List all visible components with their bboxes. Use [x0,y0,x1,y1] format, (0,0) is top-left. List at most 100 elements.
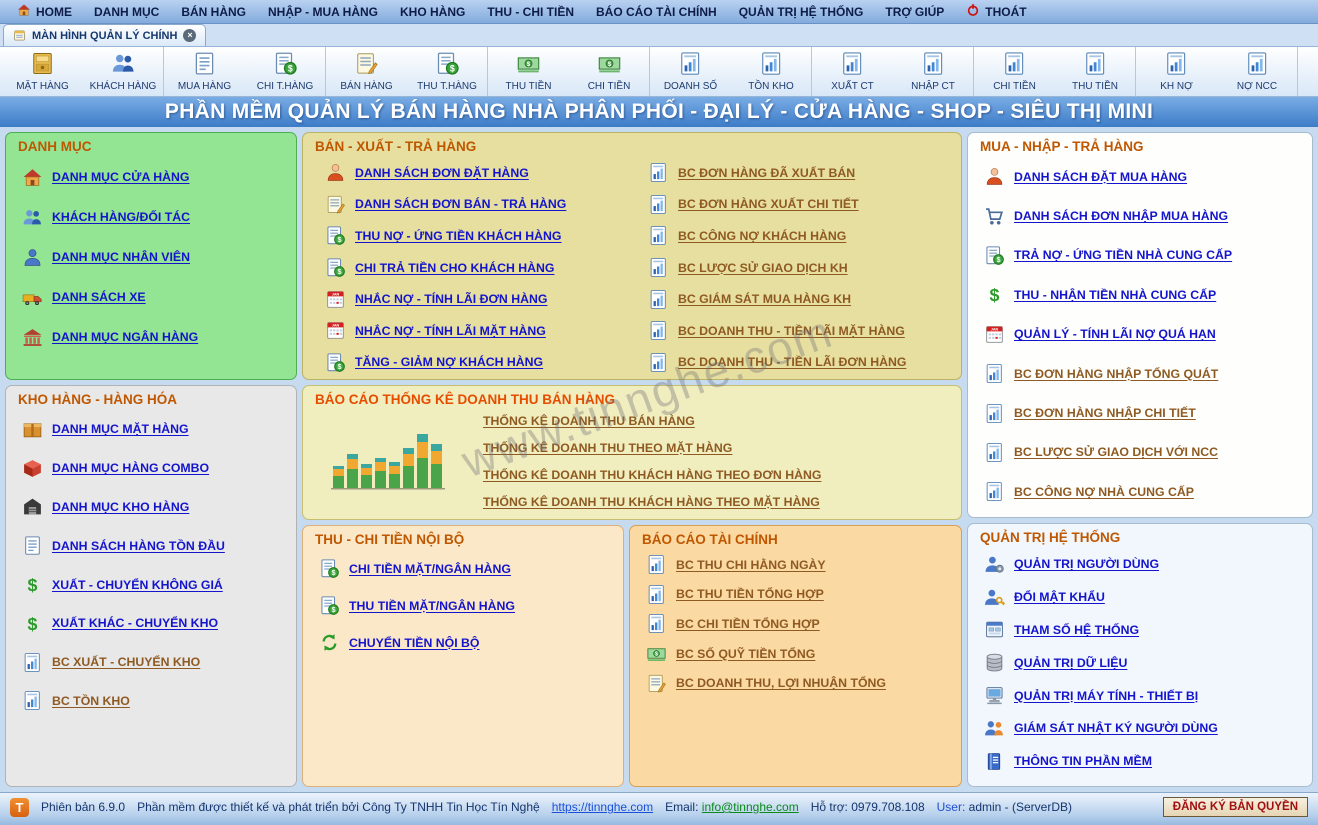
toolbar-button[interactable]: THU TIỀN [488,47,569,96]
link-item: BC DOANH THU - TIỀN LÃI ĐƠN HÀNG [632,347,961,379]
link-label[interactable]: DANH SÁCH ĐƠN NHẬP MUA HÀNG [1014,209,1228,223]
link-label[interactable]: CHI TIỀN MẶT/NGÂN HÀNG [349,562,511,576]
toolbar-button[interactable]: BÁN HÀNG [326,47,407,96]
link-label[interactable]: DANH MỤC KHO HÀNG [52,500,189,514]
menubar-item[interactable]: HOME [6,0,83,23]
link-label[interactable]: BC DOANH THU - TIỀN LÃI MẶT HÀNG [678,324,905,338]
link-label[interactable]: DANH SÁCH XE [52,290,146,304]
license-button[interactable]: ĐĂNG KÝ BẢN QUYỀN [1163,797,1308,817]
link-label[interactable]: DANH SÁCH ĐƠN ĐẶT HÀNG [355,166,529,180]
link-label[interactable]: QUẢN LÝ - TÍNH LÃI NỢ QUÁ HẠN [1014,327,1216,341]
link-label[interactable]: CHUYỂN TIỀN NỘI BỘ [349,636,480,650]
link-label[interactable]: THỐNG KÊ DOANH THU BÁN HÀNG [483,414,695,428]
toolbar-button[interactable]: NỢ NCC [1217,47,1298,96]
link-label[interactable]: BC DOANH THU, LỢI NHUẬN TỔNG [676,676,886,690]
report-icon [20,690,44,711]
toolbar-button[interactable]: KHÁCH HÀNG [83,47,164,96]
link-label[interactable]: XUẤT - CHUYỂN KHÔNG GIÁ [52,578,223,592]
menubar-item[interactable]: BÁN HÀNG [170,0,257,23]
menubar-item[interactable]: KHO HÀNG [389,0,476,23]
menubar-item[interactable]: THU - CHI TIỀN [476,0,585,23]
toolbar-button[interactable]: MUA HÀNG [164,47,245,96]
link-label[interactable]: QUẢN TRỊ MÁY TÍNH - THIẾT BỊ [1014,689,1198,703]
menubar-item[interactable]: BÁO CÁO TÀI CHÍNH [585,0,728,23]
menubar-item[interactable]: NHẬP - MUA HÀNG [257,0,389,23]
toolbar-button[interactable]: CHI TIỀN [974,47,1055,96]
link-label[interactable]: DANH MỤC NGÂN HÀNG [52,330,198,344]
calendar-icon [323,320,347,341]
link-label[interactable]: QUẢN TRỊ NGƯỜI DÙNG [1014,557,1159,571]
menubar-item[interactable]: THOÁT [955,0,1037,23]
toolbar-button[interactable]: THU T.HÀNG [407,47,488,96]
link-label[interactable]: BC ĐƠN HÀNG ĐÃ XUẤT BÁN [678,166,855,180]
link-label[interactable]: DANH SÁCH ĐẶT MUA HÀNG [1014,170,1187,184]
menubar-item[interactable]: DANH MỤC [83,0,170,23]
link-item: BC THU CHI HẰNG NGÀY [630,550,961,580]
link-label[interactable]: DANH MỤC MẶT HÀNG [52,422,189,436]
link-label[interactable]: DANH MỤC NHÂN VIÊN [52,250,190,264]
menubar-item-label: BÁN HÀNG [181,5,246,19]
link-label[interactable]: XUẤT KHÁC - CHUYỂN KHO [52,616,218,630]
link-label[interactable]: BC XUẤT - CHUYỂN KHO [52,655,200,669]
link-label[interactable]: BC LƯỢC SỬ GIAO DỊCH VỚI NCC [1014,445,1218,459]
link-label[interactable]: THU - NHẬN TIỀN NHÀ CUNG CẤP [1014,288,1216,302]
money-icon [516,51,541,79]
report-icon [20,652,44,673]
toolbar-button[interactable]: XUẤT CT [812,47,893,96]
link-label[interactable]: THÔNG TIN PHẦN MỀM [1014,754,1152,768]
link-label[interactable]: BC CÔNG NỢ NHÀ CUNG CẤP [1014,485,1194,499]
link-label[interactable]: THỐNG KÊ DOANH THU KHÁCH HÀNG THEO MẶT H… [483,495,820,509]
link-label[interactable]: DANH MỤC HÀNG COMBO [52,461,209,475]
link-label[interactable]: BC GIÁM SÁT MUA HÀNG KH [678,292,851,306]
link-label[interactable]: THAM SỐ HỆ THỐNG [1014,623,1139,637]
menubar-item[interactable]: QUẢN TRỊ HỆ THỐNG [728,0,875,23]
toolbar-button[interactable]: CHI T.HÀNG [245,47,326,96]
menubar-item[interactable]: TRỢ GIÚP [874,0,955,23]
link-label[interactable]: CHI TRẢ TIỀN CHO KHÁCH HÀNG [355,261,554,275]
email-link[interactable]: info@tinnghe.com [702,800,799,814]
website-link[interactable]: https://tinnghe.com [552,800,653,814]
link-label[interactable]: TĂNG - GIẢM NỢ KHÁCH HÀNG [355,355,543,369]
link-label[interactable]: DANH MỤC CỬA HÀNG [52,170,190,184]
link-label[interactable]: ĐỔI MẬT KHẨU [1014,590,1105,604]
link-label[interactable]: BC ĐƠN HÀNG XUẤT CHI TIẾT [678,197,859,211]
tab-close-icon[interactable] [183,29,196,42]
link-label[interactable]: QUẢN TRỊ DỮ LIỆU [1014,656,1127,670]
panel-title: THU - CHI TIỀN NỘI BỘ [303,526,623,550]
link-label[interactable]: BC SỐ QUỸ TIỀN TỔNG [676,647,815,661]
link-label[interactable]: BC THU CHI HẰNG NGÀY [676,558,826,572]
link-label[interactable]: THỐNG KÊ DOANH THU KHÁCH HÀNG THEO ĐƠN H… [483,468,821,482]
toolbar-button[interactable]: CHI TIỀN [569,47,650,96]
link-label[interactable]: GIÁM SÁT NHẬT KÝ NGƯỜI DÙNG [1014,721,1218,735]
toolbar-button[interactable]: DOANH SỐ [650,47,731,96]
link-label[interactable]: BC LƯỢC SỬ GIAO DỊCH KH [678,261,848,275]
link-label[interactable]: BC ĐƠN HÀNG NHẬP TỔNG QUÁT [1014,367,1218,381]
report-icon [759,51,784,79]
link-label[interactable]: TRẢ NỢ - ỨNG TIỀN NHÀ CUNG CẤP [1014,248,1232,262]
link-label[interactable]: THỐNG KÊ DOANH THU THEO MẶT HÀNG [483,441,732,455]
toolbar-button[interactable]: NHẬP CT [893,47,974,96]
link-label[interactable]: THU NỢ - ỨNG TIỀN KHÁCH HÀNG [355,229,562,243]
link-item: BC ĐƠN HÀNG NHẬP CHI TIẾT [968,393,1312,432]
link-label[interactable]: BC DOANH THU - TIỀN LÃI ĐƠN HÀNG [678,355,906,369]
link-label[interactable]: DANH SÁCH HÀNG TỒN ĐẦU [52,539,225,553]
link-label[interactable]: BC CHI TIỀN TỔNG HỢP [676,617,820,631]
toolbar-button[interactable]: THU TIỀN [1055,47,1136,96]
report-icon [982,363,1006,384]
link-label[interactable]: KHÁCH HÀNG/ĐỐI TÁC [52,210,190,224]
link-label[interactable]: THU TIỀN MẶT/NGÂN HÀNG [349,599,515,613]
link-label[interactable]: BC ĐƠN HÀNG NHẬP CHI TIẾT [1014,406,1196,420]
report-icon [646,162,670,183]
link-label[interactable]: BC TỒN KHO [52,694,130,708]
toolbar-button[interactable]: TỒN KHO [731,47,812,96]
link-label[interactable]: NHẮC NỢ - TÍNH LÃI ĐƠN HÀNG [355,292,547,306]
toolbar-button[interactable]: KH NỢ [1136,47,1217,96]
link-item: DANH MỤC MẶT HÀNG [6,410,296,449]
tab-main-screen[interactable]: MÀN HÌNH QUẢN LÝ CHÍNH [3,24,206,46]
link-label[interactable]: NHẮC NỢ - TÍNH LÃI MẶT HÀNG [355,324,546,338]
link-label[interactable]: DANH SÁCH ĐƠN BÁN - TRẢ HÀNG [355,197,566,211]
toolbar-button[interactable]: MẶT HÀNG [2,47,83,96]
link-item: BC ĐƠN HÀNG XUẤT CHI TIẾT [632,189,961,221]
link-label[interactable]: BC CÔNG NỢ KHÁCH HÀNG [678,229,846,243]
link-label[interactable]: BC THU TIỀN TỔNG HỢP [676,587,824,601]
